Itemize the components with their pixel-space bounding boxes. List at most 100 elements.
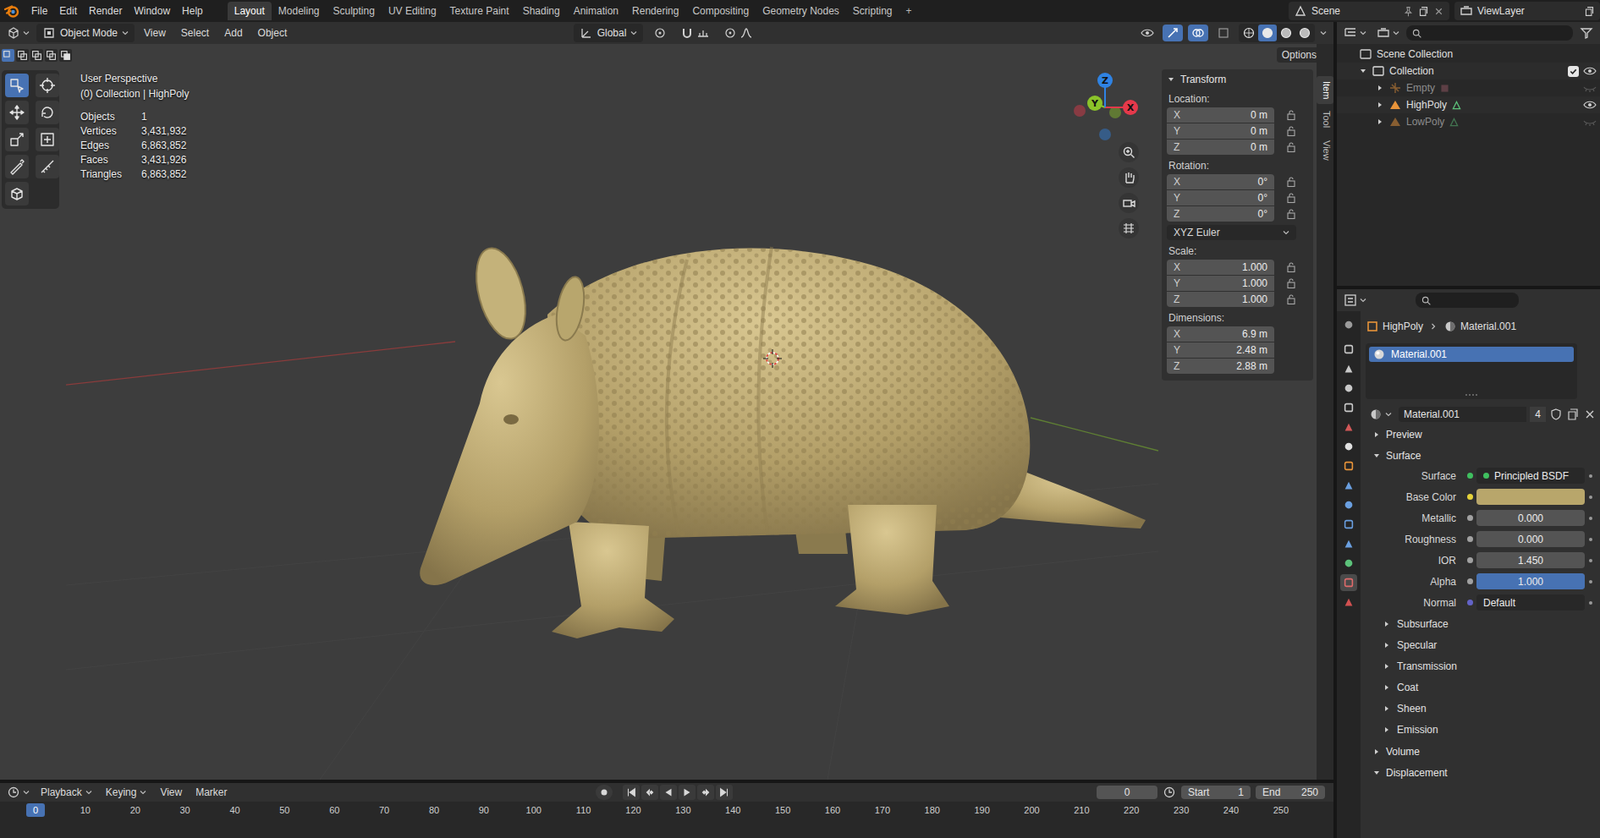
socket-icon[interactable] [1467,515,1474,522]
eye-closed-icon[interactable] [1583,81,1597,95]
expand-arrow-icon[interactable] [1375,100,1385,110]
section-header[interactable]: Displacement [1365,764,1597,783]
expand-arrow-icon[interactable] [1372,451,1381,461]
tool-button[interactable] [35,127,60,152]
fake-user-shield-icon[interactable] [1549,407,1563,422]
number-field[interactable]: Z2.88 m [1166,358,1275,374]
number-field[interactable]: X0 m [1166,107,1275,123]
workspace-tab[interactable]: Compositing [685,1,756,21]
lock-icon[interactable] [1286,259,1297,275]
keyframe-decorator-icon[interactable] [1589,559,1593,563]
color-swatch[interactable] [1476,489,1585,506]
properties-tab[interactable] [1340,438,1358,456]
selection-mode-button[interactable] [16,49,29,62]
lock-icon[interactable] [1286,123,1297,139]
properties-tab[interactable] [1340,340,1358,358]
field-value[interactable]: 1.000 [1242,277,1268,290]
editor-type-button[interactable] [1340,291,1370,309]
field-value[interactable]: 0° [1258,192,1268,204]
expand-arrow-icon[interactable] [1372,747,1381,757]
number-field[interactable]: Y0 m [1166,123,1275,139]
properties-tab[interactable] [1340,477,1358,495]
keyframe-decorator-icon[interactable] [1589,516,1593,521]
tool-button[interactable] [5,127,29,152]
sidebar-tab[interactable]: Tool [1316,105,1334,133]
zoom-button[interactable] [1118,142,1139,163]
rotation-mode-label[interactable]: XYZ Euler [1173,226,1221,239]
display-mode-button[interactable] [1373,24,1403,42]
camera-view-button[interactable] [1118,192,1139,214]
slider-value[interactable]: 1.450 [1476,555,1585,567]
pin-icon[interactable] [1402,5,1414,17]
keyframe-decorator-icon[interactable] [1589,601,1593,605]
ortho-toggle-button[interactable] [1118,218,1139,239]
subpanel-header[interactable]: Specular [1365,634,1597,656]
properties-tab[interactable] [1340,316,1358,334]
field-value[interactable]: 0° [1258,208,1268,220]
outliner-row[interactable]: Scene Collection [1336,45,1600,63]
item-name[interactable]: Empty [1406,82,1436,94]
field-value[interactable]: 2.48 m [1236,344,1268,357]
snap-button[interactable] [676,24,714,42]
mode-dropdown[interactable]: Object Mode [36,23,135,43]
slider-value[interactable]: 0.000 [1476,533,1585,546]
slider-field[interactable]: 1.450 [1476,552,1585,569]
tool-button[interactable] [35,73,60,98]
socket-icon[interactable] [1467,557,1474,564]
timeline-menu-item[interactable]: View [153,784,188,802]
link-field[interactable]: Default [1476,594,1585,611]
xray-toggle[interactable] [1213,24,1234,42]
expand-arrow-icon[interactable] [1375,117,1385,127]
properties-tab[interactable] [1340,516,1358,534]
viewport-canvas[interactable]: User Perspective(0) Collection | HighPol… [65,43,1159,781]
negative-axis-icon[interactable] [1099,128,1111,141]
field-value[interactable]: 1.000 [1242,261,1268,274]
duplicate-icon[interactable] [1566,407,1580,422]
tool-button[interactable] [35,154,60,179]
expand-arrow-icon[interactable] [1382,704,1392,714]
gizmo-toggle[interactable] [1162,24,1183,42]
number-field[interactable]: X6.9 m [1166,326,1275,342]
number-field[interactable]: X0° [1166,174,1275,190]
field-value[interactable]: 0 m [1250,125,1268,138]
outliner-search-field[interactable] [1406,25,1573,41]
browse-material-button[interactable] [1365,406,1396,424]
object-visibility-button[interactable] [1137,24,1158,42]
color-field[interactable] [1476,489,1585,506]
properties-tab[interactable] [1340,418,1358,436]
number-field[interactable]: Y0° [1166,190,1275,206]
viewport-menu-item[interactable]: Select [175,24,215,42]
field-value[interactable]: 0° [1258,175,1268,188]
filter-button[interactable] [1576,24,1597,42]
menu-item[interactable]: File [25,2,54,20]
field-value[interactable]: 1 [1237,786,1244,799]
jump-end-button[interactable] [715,785,733,801]
expand-arrow-icon[interactable] [1382,662,1392,671]
number-field[interactable]: Z1.000 [1166,291,1275,308]
workspace-tab[interactable]: Rendering [625,1,686,21]
orientation-dropdown[interactable]: Global [573,23,644,43]
options-label[interactable]: Options [1281,49,1317,61]
properties-search-field[interactable] [1415,292,1519,308]
selection-mode-button[interactable] [59,49,72,62]
outliner-row[interactable]: LowPoly [1336,113,1600,131]
scene-name[interactable]: Scene [1311,5,1399,17]
slot-name[interactable]: Material.001 [1391,348,1447,361]
orientation-label[interactable]: Global [597,27,627,39]
menu-item[interactable]: Edit [53,2,83,20]
keyframe-decorator-icon[interactable] [1589,580,1593,584]
editor-type-button[interactable] [3,784,33,802]
properties-tab[interactable] [1340,379,1358,397]
properties-tab[interactable] [1340,535,1358,553]
frame-ruler[interactable]: 0102030405060708090100110120130140150160… [26,803,1291,818]
overlays-toggle[interactable] [1187,24,1209,42]
menu-item[interactable]: Render [82,2,128,20]
jump-start-button[interactable] [622,785,640,801]
sidebar-tab[interactable]: Item [1316,76,1334,105]
menu-item[interactable]: Help [175,2,209,20]
outliner-row[interactable]: HighPoly [1336,96,1600,114]
eye-icon[interactable] [1583,64,1597,78]
lock-icon[interactable] [1286,139,1297,155]
duplicate-icon[interactable] [1418,5,1430,17]
link-field[interactable]: Principled BSDF [1476,467,1585,484]
